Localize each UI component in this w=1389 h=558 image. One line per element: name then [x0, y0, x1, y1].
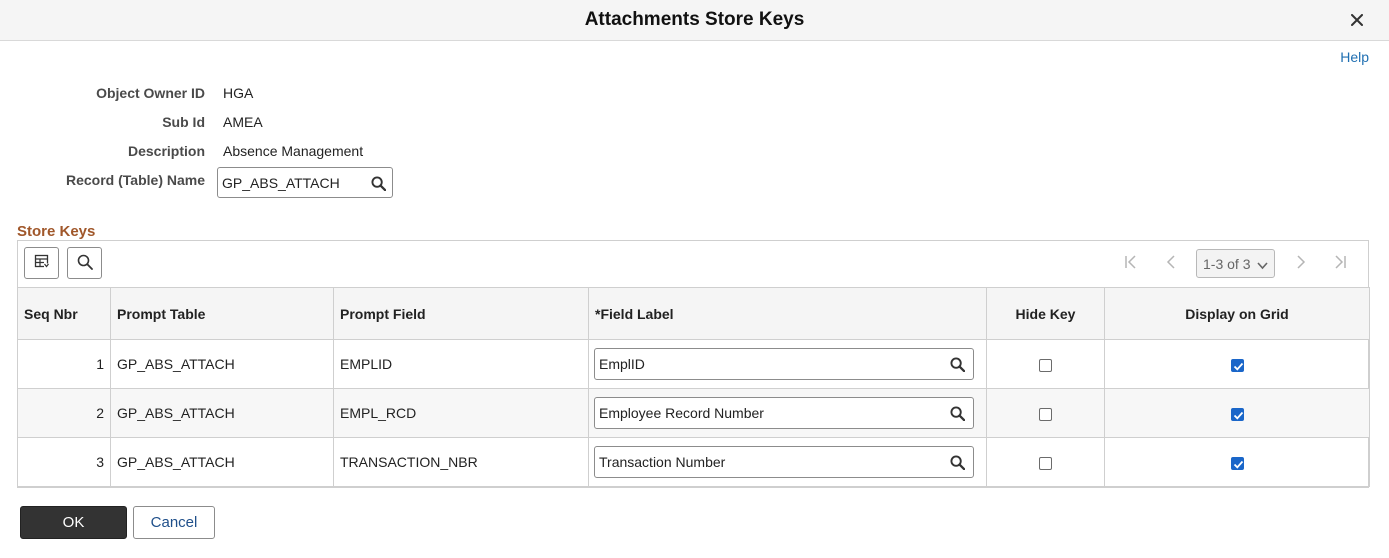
store-keys-table: Seq Nbr Prompt Table Prompt Field *Field… — [17, 287, 1370, 487]
display-on-grid-cell — [1104, 437, 1370, 487]
prompt-table-cell: GP_ABS_ATTACH — [110, 388, 334, 438]
column-header-seq-nbr[interactable]: Seq Nbr — [17, 287, 111, 340]
table-row: 3 GP_ABS_ATTACH TRANSACTION_NBR — [17, 437, 1370, 487]
dialog-title: Attachments Store Keys — [584, 9, 805, 30]
record-name-label: Record (Table) Name — [66, 172, 205, 188]
hide-key-checkbox[interactable] — [1039, 456, 1052, 470]
cancel-button[interactable]: Cancel — [133, 506, 215, 539]
store-keys-title: Store Keys — [17, 223, 96, 240]
hide-key-cell — [986, 339, 1105, 389]
close-icon[interactable] — [1347, 10, 1367, 30]
help-link[interactable]: Help — [1340, 49, 1369, 65]
display-on-grid-cell — [1104, 388, 1370, 438]
prompt-field-cell: TRANSACTION_NBR — [333, 437, 589, 487]
dialog-titlebar: Attachments Store Keys — [0, 0, 1389, 41]
display-on-grid-checkbox[interactable] — [1230, 358, 1244, 372]
ok-button[interactable]: OK — [20, 506, 127, 539]
field-label-cell — [588, 437, 987, 487]
display-on-grid-checkbox[interactable] — [1230, 407, 1244, 421]
sub-id-value: AMEA — [223, 114, 263, 130]
field-label-input[interactable] — [599, 349, 939, 379]
table-row: 1 GP_ABS_ATTACH EMPLID — [17, 339, 1370, 389]
field-label-cell — [588, 339, 987, 389]
column-header-prompt-field[interactable]: Prompt Field — [333, 287, 589, 340]
prompt-table-cell: GP_ABS_ATTACH — [110, 339, 334, 389]
search-icon[interactable] — [948, 453, 966, 471]
first-page-icon[interactable] — [1123, 254, 1139, 270]
table-header-row: Seq Nbr Prompt Table Prompt Field *Field… — [17, 287, 1370, 340]
field-label-input[interactable] — [599, 447, 939, 477]
hide-key-checkbox[interactable] — [1039, 358, 1052, 372]
object-owner-value: HGA — [223, 85, 254, 101]
search-icon[interactable] — [948, 355, 966, 373]
hide-key-checkbox[interactable] — [1039, 407, 1052, 421]
hide-key-cell — [986, 437, 1105, 487]
grid-settings-icon — [34, 254, 50, 273]
previous-page-icon[interactable] — [1164, 254, 1180, 270]
column-header-field-label[interactable]: *Field Label — [588, 287, 987, 340]
field-label-cell — [588, 388, 987, 438]
record-name-field[interactable] — [217, 167, 393, 198]
description-value: Absence Management — [223, 143, 364, 159]
personalize-grid-button[interactable] — [24, 247, 59, 279]
page-range-select[interactable]: 1-3 of 3 — [1196, 249, 1275, 278]
search-icon[interactable] — [369, 174, 387, 192]
search-icon — [77, 254, 93, 273]
prompt-field-cell: EMPLID — [333, 339, 589, 389]
seq-nbr-cell: 1 — [17, 339, 111, 389]
search-icon[interactable] — [948, 404, 966, 422]
field-label-field[interactable] — [594, 397, 974, 429]
table-row: 2 GP_ABS_ATTACH EMPL_RCD — [17, 388, 1370, 438]
description-label: Description — [127, 143, 205, 159]
field-label-field[interactable] — [594, 446, 974, 478]
last-page-icon[interactable] — [1332, 254, 1348, 270]
sub-id-label: Sub Id — [162, 114, 205, 130]
hide-key-cell — [986, 388, 1105, 438]
record-name-input[interactable] — [222, 168, 362, 197]
column-header-hide-key[interactable]: Hide Key — [986, 287, 1105, 340]
find-in-grid-button[interactable] — [67, 247, 102, 279]
prompt-table-cell: GP_ABS_ATTACH — [110, 437, 334, 487]
column-header-display-on-grid[interactable]: Display on Grid — [1104, 287, 1370, 340]
field-label-field[interactable] — [594, 348, 974, 380]
prompt-field-cell: EMPL_RCD — [333, 388, 589, 438]
chevron-down-icon — [1257, 258, 1268, 274]
display-on-grid-checkbox[interactable] — [1230, 456, 1244, 470]
seq-nbr-cell: 3 — [17, 437, 111, 487]
field-label-input[interactable] — [599, 398, 939, 428]
page-range-label: 1-3 of 3 — [1203, 256, 1251, 272]
display-on-grid-cell — [1104, 339, 1370, 389]
column-header-prompt-table[interactable]: Prompt Table — [110, 287, 334, 340]
object-owner-label: Object Owner ID — [96, 85, 205, 101]
seq-nbr-cell: 2 — [17, 388, 111, 438]
next-page-icon[interactable] — [1292, 254, 1308, 270]
